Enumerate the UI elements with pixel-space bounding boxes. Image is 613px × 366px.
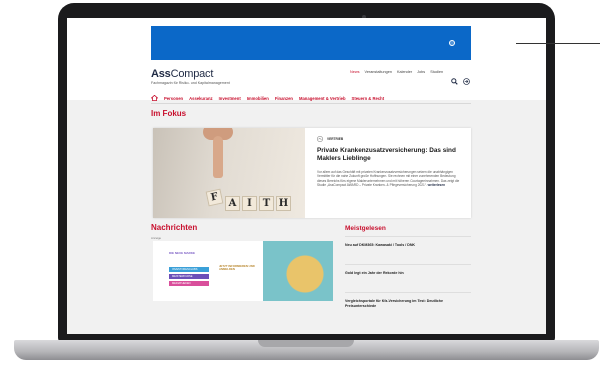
top-link-jobs[interactable]: Jobs [417,70,425,74]
top-link-news[interactable]: News [350,70,360,74]
top-link-studien[interactable]: Studien [430,70,443,74]
top-links: News Veranstaltungen Kalender Jobs Studi… [350,70,443,74]
browser-screen: AssCompact Fachmagazin für Risiko- und K… [67,18,546,334]
ad-tag: MEDIATHEKEN [169,281,209,286]
feature-article-excerpt: Vor allem auf das Geschäft mit privaten … [317,170,460,188]
nav-divider [151,103,471,104]
most-read-item[interactable]: Gold legt ein Jahr der Rekorde hin [345,264,471,292]
sponsored-ad[interactable]: DIE NEUE MARKE INVESTORENCLUBS MEISTERKU… [153,241,333,301]
top-link-veranstaltungen[interactable]: Veranstaltungen [365,70,392,74]
nav-item-personen[interactable]: Personen [164,96,183,101]
article-category: VERTRIEB [327,137,344,141]
most-read-item[interactable]: Neu auf DKM365: Kawasaki / Tools / DNK [345,236,471,264]
letter-block: A [225,196,240,211]
site-logo[interactable]: AssCompact [151,68,213,80]
top-link-kalender[interactable]: Kalender [397,70,412,74]
home-icon[interactable] [151,95,158,101]
nav-item-management-vertrieb[interactable]: Management & Vertrieb [299,96,346,101]
top-ad-banner[interactable] [151,26,471,60]
nav-item-finanzen[interactable]: Finanzen [275,96,293,101]
letter-block: I [242,196,257,211]
letter-block: H [276,196,291,211]
nav-item-steuern-recht[interactable]: Steuern & Recht [352,96,385,101]
feature-article-title[interactable]: Private Krankenzusatzversicherung: Das s… [317,147,467,163]
section-heading-meistgelesen: Meistgelesen [345,225,386,232]
most-read-item[interactable]: Vergleichsportale für Kfz-Versicherung i… [345,292,471,320]
ad-tag: MEISTERKURSE [169,274,209,279]
search-icon[interactable] [451,78,458,85]
site-tagline: Fachmagazin für Risiko- und Kapitalmanag… [151,81,230,85]
read-more-link[interactable]: weiterlesen [428,183,445,187]
ad-text: JETZT INFORMIEREN UND ANMELDEN [219,264,255,272]
feature-article-card[interactable]: F A I T H VERTRIEB Private Krankenzusatz… [153,128,471,218]
main-navigation: Personen Assekuranz Investment Immobilie… [151,93,471,103]
banner-hotspot-icon[interactable] [449,40,455,46]
feature-article-image[interactable]: F A I T H [153,128,305,218]
nav-item-investment[interactable]: Investment [219,96,241,101]
section-heading-nachrichten: Nachrichten [151,223,198,232]
ad-artwork [263,241,333,301]
ad-tags: INVESTORENCLUBS MEISTERKURSE MEDIATHEKEN [169,267,209,286]
most-read-list: Neu auf DKM365: Kawasaki / Tools / DNK G… [345,236,471,320]
nav-item-immobilien[interactable]: Immobilien [247,96,269,101]
ad-logo: DIE NEUE MARKE [169,251,196,255]
nav-item-assekuranz[interactable]: Assekuranz [189,96,213,101]
callout-line [516,43,600,44]
login-icon[interactable] [463,78,470,85]
handshake-icon [317,136,323,142]
ad-label: Anzeige [151,236,162,240]
ad-tag: INVESTORENCLUBS [169,267,209,272]
section-heading-im-fokus: Im Fokus [151,109,187,118]
finger-illustration [213,136,223,178]
letter-block: T [259,196,274,211]
laptop-base-notch [258,340,354,347]
letter-block: F [205,188,224,207]
